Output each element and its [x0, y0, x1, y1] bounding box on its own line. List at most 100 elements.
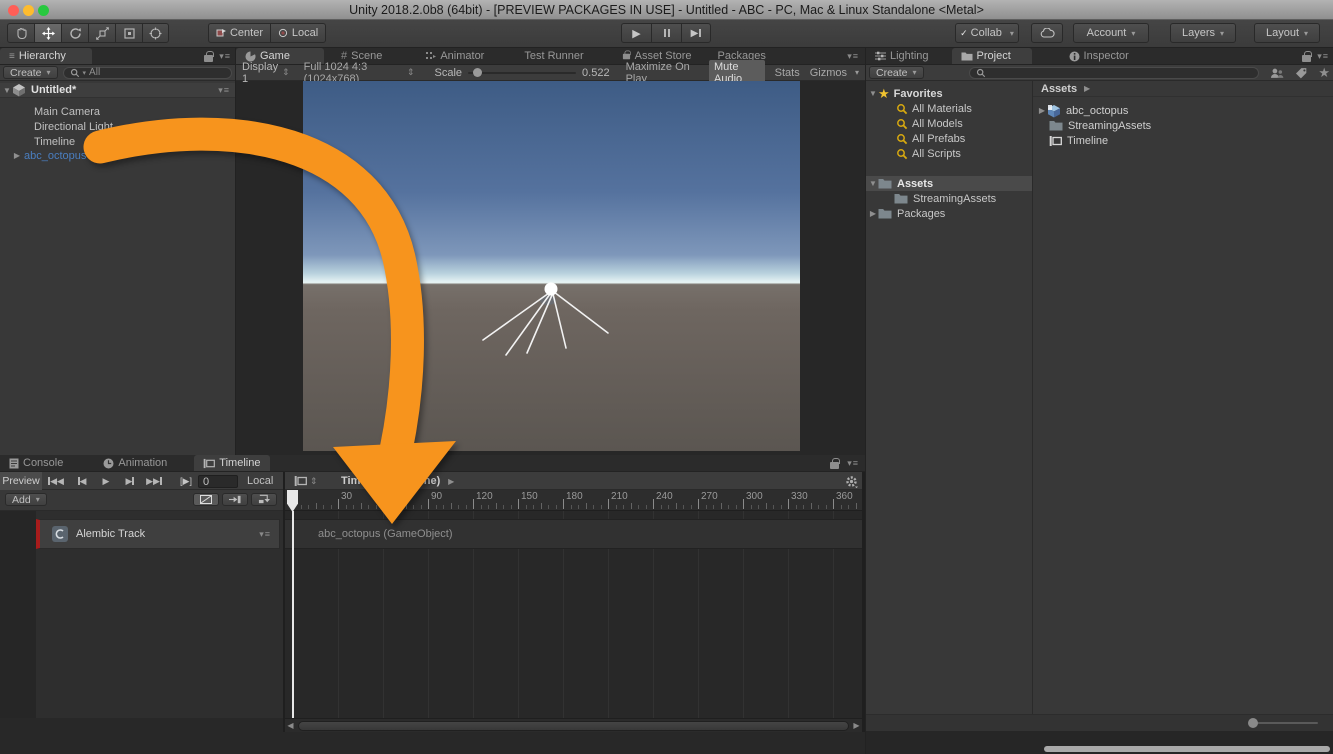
zoom-window-button[interactable] — [38, 5, 49, 16]
tab-test-runner[interactable]: Test Runner — [515, 48, 592, 64]
display-dropdown[interactable]: Display 1 ⇕ — [242, 61, 290, 85]
project-search-input[interactable] — [969, 67, 1259, 79]
replace-mode-button[interactable] — [251, 493, 277, 506]
tab-animation[interactable]: Animation — [94, 455, 176, 471]
tab-lighting[interactable]: Lighting — [866, 48, 938, 64]
asset-timeline[interactable]: Timeline — [1033, 133, 1333, 148]
tab-inspector[interactable]: Inspector — [1060, 48, 1138, 64]
cloud-button[interactable] — [1031, 23, 1063, 43]
search-by-type-icon[interactable] — [1270, 67, 1284, 79]
favorites-star-icon[interactable]: ★ — [1318, 65, 1330, 81]
go-to-end-button[interactable]: ▶▶ — [142, 472, 166, 490]
scale-slider[interactable]: Scale 0.522 — [435, 67, 610, 79]
hand-tool-button[interactable] — [7, 23, 34, 43]
favorite-all-materials[interactable]: All Materials — [866, 101, 1032, 116]
icon-size-slider-knob[interactable] — [1248, 718, 1258, 728]
scene-row[interactable]: ▼ Untitled* ▾≡ — [0, 83, 235, 98]
scrollbar-thumb[interactable] — [298, 721, 849, 731]
asset-abc-octopus[interactable]: ▶ abc_octopus — [1033, 103, 1333, 118]
pause-button[interactable] — [651, 23, 681, 43]
transform-tool-button[interactable] — [142, 23, 169, 43]
rotate-tool-button[interactable] — [61, 23, 88, 43]
hierarchy-item-timeline[interactable]: Timeline — [0, 134, 235, 149]
project-create-button[interactable]: Create ▾ — [869, 66, 924, 79]
icon-size-slider[interactable] — [1254, 722, 1318, 724]
layout-dropdown[interactable]: Layout ▾ — [1254, 23, 1320, 43]
clip-view-dropdown[interactable]: ⇕ — [294, 474, 318, 488]
scroll-right-arrow-icon[interactable]: ▶ — [851, 721, 862, 730]
play-range-button[interactable]: [▶] — [174, 472, 198, 490]
tab-label: Hierarchy — [19, 50, 66, 62]
timeline-settings-gear-icon[interactable] — [845, 475, 858, 488]
mix-mode-button[interactable] — [193, 493, 219, 506]
move-tool-button[interactable] — [34, 23, 61, 43]
search-icon — [976, 68, 986, 78]
folder-assets[interactable]: ▼ Assets — [866, 176, 1032, 191]
collab-button[interactable]: ✓ Collab ▾ — [955, 23, 1019, 43]
panel-menu-icon[interactable]: ▾≡ — [847, 458, 859, 469]
hierarchy-item-main-camera[interactable]: Main Camera — [0, 104, 235, 119]
next-frame-button[interactable]: ▶ — [118, 472, 142, 490]
lock-icon[interactable] — [1302, 53, 1311, 65]
scale-tool-button[interactable] — [88, 23, 115, 43]
timeline-hscrollbar[interactable]: ◀ ▶ — [285, 718, 862, 732]
folder-streamingassets[interactable]: StreamingAssets — [866, 191, 1032, 206]
scale-slider-knob[interactable] — [473, 68, 482, 77]
panel-menu-icon[interactable]: ▾≡ — [219, 51, 231, 62]
go-to-start-button[interactable]: ◀◀ — [44, 472, 68, 490]
lock-icon[interactable] — [204, 53, 213, 65]
lock-icon[interactable] — [830, 460, 839, 472]
frame-field[interactable]: 0 — [198, 475, 238, 488]
hierarchy-search-input[interactable]: ▾ All — [63, 67, 232, 79]
timeline-ruler[interactable]: 306090120150180210240270300330360 — [285, 490, 862, 511]
favorites-label: Favorites — [894, 88, 943, 100]
hierarchy-item-abc-octopus[interactable]: ▶ abc_octopus — [0, 148, 235, 163]
timeline-asset-breadcrumb[interactable]: Timeline (Timeline) ▶ — [341, 472, 456, 490]
horizontal-scrollbar[interactable] — [1044, 746, 1330, 752]
ripple-mode-button[interactable] — [222, 493, 248, 506]
alembic-track-lane[interactable]: abc_octopus (GameObject) — [285, 519, 862, 549]
preview-toggle-button[interactable]: Preview — [0, 472, 42, 490]
tab-hierarchy[interactable]: ≡ Hierarchy — [0, 48, 92, 64]
alembic-track-header[interactable]: Alembic Track ▾≡ — [36, 519, 280, 549]
favorite-all-prefabs[interactable]: All Prefabs — [866, 131, 1032, 146]
rotation-toggle-button[interactable]: Local — [270, 23, 326, 43]
tab-timeline[interactable]: Timeline — [194, 455, 270, 471]
account-dropdown[interactable]: Account ▾ — [1073, 23, 1149, 43]
tab-animator[interactable]: Animator — [417, 48, 493, 64]
favorite-all-models[interactable]: All Models — [866, 116, 1032, 131]
minimize-window-button[interactable] — [23, 5, 34, 16]
add-track-button[interactable]: Add ▾ — [5, 493, 47, 506]
breadcrumb[interactable]: Assets ▶ — [1033, 81, 1333, 97]
timeline-mode-dropdown[interactable]: Local — [247, 472, 273, 490]
hierarchy-item-directional-light[interactable]: Directional Light — [0, 119, 235, 134]
folder-packages[interactable]: ▶ Packages — [866, 206, 1032, 221]
rect-tool-button[interactable] — [115, 23, 142, 43]
previous-frame-button[interactable]: ◀ — [70, 472, 94, 490]
scroll-left-arrow-icon[interactable]: ◀ — [285, 721, 296, 730]
track-menu-icon[interactable]: ▾≡ — [259, 529, 271, 540]
play-preview-button[interactable]: ▶ — [94, 472, 118, 490]
hierarchy-create-button[interactable]: Create ▾ — [3, 66, 58, 79]
track-content-area[interactable]: abc_octopus (GameObject) — [285, 511, 862, 718]
close-window-button[interactable] — [8, 5, 19, 16]
layers-dropdown[interactable]: Layers ▾ — [1170, 23, 1236, 43]
scene-menu-icon[interactable]: ▾≡ — [218, 85, 230, 96]
pivot-rotation-group: Center Local — [208, 23, 326, 43]
gizmos-dropdown[interactable]: Gizmos ▾ — [810, 67, 859, 79]
stats-button[interactable]: Stats — [775, 67, 800, 79]
panel-menu-icon[interactable]: ▾≡ — [1317, 51, 1329, 62]
game-viewport[interactable] — [303, 81, 800, 451]
tab-project[interactable]: Project — [952, 48, 1032, 64]
tab-console[interactable]: Console — [0, 455, 72, 471]
step-button[interactable]: ▶ — [681, 23, 711, 43]
pivot-toggle-button[interactable]: Center — [208, 23, 270, 43]
panel-menu-icon[interactable]: ▾≡ — [847, 51, 859, 62]
divider — [283, 472, 285, 732]
play-button[interactable]: ▶ — [621, 23, 651, 43]
item-label: Directional Light — [34, 121, 113, 133]
search-by-label-icon[interactable] — [1295, 67, 1308, 79]
asset-streamingassets[interactable]: StreamingAssets — [1033, 118, 1333, 133]
favorites-root[interactable]: ▼ ★ Favorites — [866, 86, 1032, 101]
favorite-all-scripts[interactable]: All Scripts — [866, 146, 1032, 161]
